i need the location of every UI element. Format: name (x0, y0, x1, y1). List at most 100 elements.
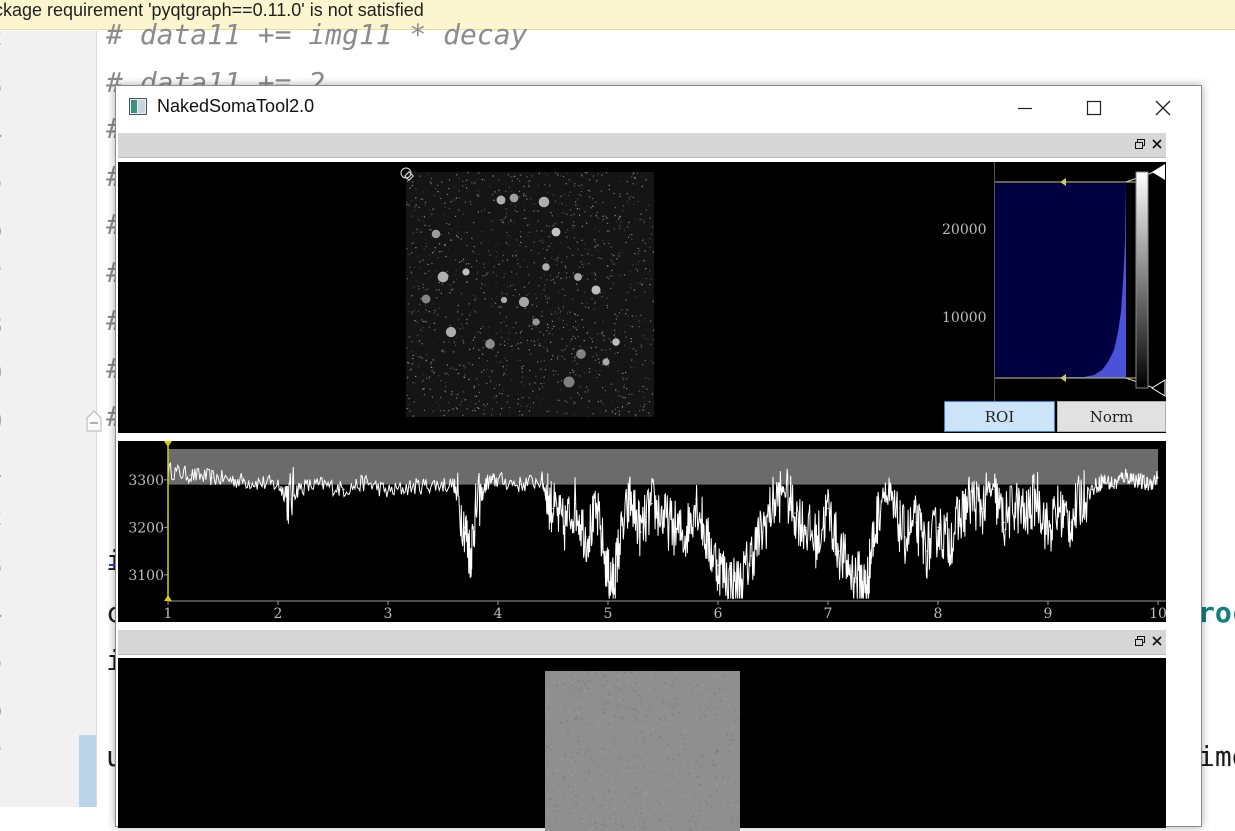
line-number: 2 (0, 503, 28, 531)
x-tick-label: 5 (604, 606, 613, 622)
dock-titlebar[interactable] (118, 630, 1166, 655)
trace-point (497, 479, 499, 481)
roi-preview-panel[interactable] (118, 658, 1166, 831)
trace-point (816, 541, 818, 543)
histogram-plot[interactable] (989, 162, 1166, 402)
trace-point (1080, 498, 1082, 500)
maximize-button[interactable] (1071, 86, 1117, 130)
trace-point (673, 526, 675, 528)
trace-point (904, 536, 906, 538)
window-title: NakedSomaTool2.0 (157, 96, 315, 116)
gradient-bottom-handle (1151, 379, 1166, 397)
trace-point (1047, 531, 1049, 533)
line-number: 3 (0, 71, 28, 99)
close-dock-icon[interactable] (1151, 635, 1163, 647)
trace-point (640, 531, 642, 533)
x-tick-label: 3 (384, 606, 393, 622)
x-tick-label: 4 (494, 606, 503, 622)
trace-point (1014, 503, 1016, 505)
trace-plot-panel[interactable]: 3300 3200 3100 1 2 3 4 5 6 7 8 9 10 (118, 441, 1167, 622)
trace-point (464, 526, 466, 528)
trace-point (618, 545, 620, 547)
trace-point (255, 481, 257, 483)
trace-point (1058, 507, 1060, 509)
close-dock-icon[interactable] (1151, 138, 1163, 150)
trace-point (189, 474, 191, 476)
maximize-icon (1086, 100, 1102, 116)
trace-point (519, 484, 521, 486)
trace-point (431, 484, 433, 486)
trace-point (321, 484, 323, 486)
minimize-icon (1018, 107, 1032, 110)
trace-point (453, 484, 455, 486)
trace-point (1124, 474, 1126, 476)
float-dock-icon[interactable] (1134, 635, 1146, 647)
window-titlebar[interactable]: NakedSomaTool2.0 (116, 86, 1201, 130)
trace-point (695, 498, 697, 500)
trace-point (717, 564, 719, 566)
code-fragment: roc (1198, 596, 1235, 629)
trace-point (948, 541, 950, 543)
trace-point (849, 569, 851, 571)
roi-button[interactable]: ROI (944, 401, 1055, 432)
line-number: 8 (0, 311, 28, 339)
gradient-bar (1135, 171, 1149, 389)
calcium-image[interactable] (406, 172, 654, 417)
trace-point (893, 512, 895, 514)
line-number: 4 (0, 599, 28, 627)
trace-point (761, 531, 763, 533)
image-view-panel[interactable]: 20000 10000 ROI Norm (118, 162, 1166, 433)
line-number: 3 (0, 551, 28, 579)
dock-titlebar[interactable] (118, 133, 1166, 158)
code-line: # data11 += img11 * decay (106, 18, 528, 51)
trace-point (959, 517, 961, 519)
trace-point (612, 583, 615, 585)
line-number: 1 (0, 455, 28, 483)
y-tick-label: 3200 (128, 520, 164, 536)
line-number: 6 (0, 215, 28, 243)
fold-icon[interactable] (86, 410, 102, 432)
trace-point (541, 479, 543, 481)
time-cursor-top-icon (164, 441, 172, 447)
trace-point (552, 507, 554, 509)
trace-point (684, 536, 686, 538)
trace-point (1146, 484, 1148, 486)
trace-point (772, 503, 774, 505)
trace-point (882, 488, 884, 490)
line-number: 0 (0, 407, 28, 435)
y-tick-label: 3300 (128, 473, 164, 489)
trace-point (1036, 493, 1038, 495)
roi-preview-image (545, 671, 740, 831)
trace-point (596, 512, 598, 514)
trace-point (475, 507, 477, 509)
histogram-widget[interactable]: 20000 10000 (942, 162, 1166, 402)
trace-point (794, 512, 796, 514)
trace-point (233, 479, 235, 481)
trace-point (970, 498, 972, 500)
trace-point (1091, 488, 1093, 490)
trace-point (343, 488, 345, 490)
line-number: 4 (0, 119, 28, 147)
float-dock-icon[interactable] (1134, 138, 1146, 150)
x-tick-label: 1 (164, 606, 173, 622)
trace-point (871, 545, 873, 547)
app-window: NakedSomaTool2.0 20000 10000 ROI Norm 33… (115, 85, 1202, 831)
x-tick-label: 7 (824, 606, 833, 622)
trace-point (739, 583, 741, 585)
trace-point (783, 488, 785, 490)
trace-point (865, 588, 868, 590)
minimize-button[interactable] (1002, 86, 1048, 130)
trace-point (651, 503, 653, 505)
trace-point (469, 555, 472, 557)
trace-plot[interactable]: 3300 3200 3100 1 2 3 4 5 6 7 8 9 10 (118, 441, 1167, 622)
x-tick-label: 10 (1149, 606, 1166, 622)
trace-point (299, 486, 301, 488)
close-button[interactable] (1140, 86, 1186, 130)
trace-point (1157, 476, 1159, 479)
trace-point (1025, 517, 1027, 519)
line-number: 6 (0, 695, 28, 723)
trace-point (574, 503, 576, 505)
norm-button[interactable]: Norm (1057, 401, 1166, 432)
y-tick-label: 3100 (128, 568, 164, 584)
roi-handle-icon[interactable] (400, 167, 414, 181)
